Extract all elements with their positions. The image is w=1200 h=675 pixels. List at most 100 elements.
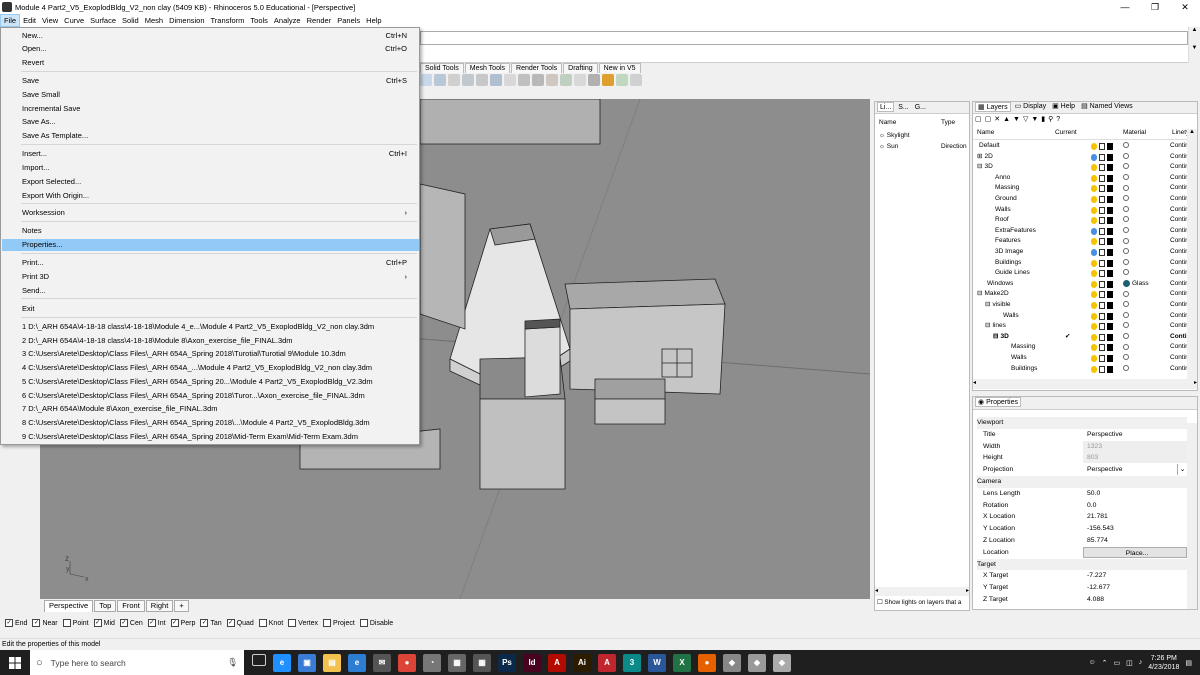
menu-dimension[interactable]: Dimension (166, 14, 207, 27)
material-icon[interactable] (518, 74, 530, 86)
analysis-icon[interactable] (602, 74, 614, 86)
recent-file-8[interactable]: 8 C:\Users\Arete\Desktop\Class Files\_AR… (2, 417, 419, 429)
recent-file-6[interactable]: 6 C:\Users\Arete\Desktop\Class Files\_AR… (2, 390, 419, 402)
osnap-project[interactable]: Project (323, 619, 355, 627)
expand-icon[interactable]: ⊟ (993, 333, 998, 340)
layer-controls[interactable] (1091, 270, 1121, 278)
osnap-cen[interactable]: ✓ Cen (119, 619, 143, 627)
layer-controls[interactable] (1091, 217, 1121, 225)
menu-surface[interactable]: Surface (87, 14, 119, 27)
layer-material[interactable] (1123, 226, 1129, 237)
light-row-skylight[interactable]: ☼ Skylight (879, 132, 910, 139)
layer-material[interactable] (1123, 300, 1129, 311)
layer-material[interactable] (1123, 215, 1129, 226)
menu-mesh[interactable]: Mesh (142, 14, 166, 27)
line-icon[interactable] (588, 74, 600, 86)
menu-exit[interactable]: Exit (2, 303, 419, 315)
layer-material[interactable] (1123, 194, 1129, 205)
property-value[interactable]: Perspective (1083, 429, 1187, 440)
layer-row[interactable]: Anno Contin (973, 173, 1189, 184)
layer-controls[interactable] (1091, 355, 1121, 362)
layer-controls[interactable] (1091, 344, 1121, 352)
osnap-disable[interactable]: Disable (359, 619, 393, 627)
dimension-icon[interactable] (532, 74, 544, 86)
recent-file-3[interactable]: 3 C:\Users\Arete\Desktop\Class Files\_AR… (2, 348, 419, 360)
menu-revert[interactable]: Revert (2, 57, 419, 69)
layer-controls[interactable] (1091, 196, 1121, 203)
layer-material[interactable] (1123, 321, 1129, 332)
layer-row[interactable]: Massing Contin (973, 183, 1189, 194)
menu-new[interactable]: New... Ctrl+N (2, 30, 419, 42)
layer-material[interactable] (1123, 353, 1129, 364)
store-icon[interactable]: ▣ (298, 653, 316, 672)
calendar-icon[interactable]: ▦ (448, 653, 466, 672)
layer-row[interactable]: Walls Contin (973, 311, 1189, 322)
menu-open[interactable]: Open... Ctrl+O (2, 43, 419, 55)
expand-icon[interactable]: ⊟ (977, 290, 982, 297)
viewport-tab-front[interactable]: Front (117, 600, 145, 612)
expand-icon[interactable]: ⊟ (985, 301, 990, 308)
menu-export-with-origin[interactable]: Export With Origin... (2, 190, 419, 202)
osnap-near[interactable]: ✓ Near (32, 619, 58, 627)
recent-file-2[interactable]: 2 D:\_ARH 654A\4-18-18 class\4-18-18\Mod… (2, 335, 419, 347)
layer-controls[interactable] (1091, 153, 1121, 161)
close-icon[interactable]: ✕ (1170, 0, 1200, 14)
properties-v-scrollbar[interactable] (1187, 423, 1197, 609)
layer-material[interactable] (1123, 247, 1129, 258)
menu-analyze[interactable]: Analyze (271, 14, 304, 27)
menu-properties[interactable]: Properties... (2, 239, 419, 251)
property-value[interactable]: Place... (1083, 546, 1187, 558)
minimize-icon[interactable]: — (1110, 0, 1140, 14)
layer-controls[interactable] (1091, 206, 1121, 214)
osnap-int[interactable]: ✓ Int (147, 619, 166, 627)
layer-row[interactable]: Ground Contin (973, 194, 1189, 205)
property-value[interactable]: -7.227 (1083, 570, 1187, 581)
layer-row[interactable]: Buildings Contin (973, 364, 1189, 375)
start-button[interactable] (0, 650, 30, 675)
menu-incremental-save[interactable]: Incremental Save (2, 103, 419, 115)
layer-material[interactable] (1123, 364, 1129, 375)
menu-worksession[interactable]: Worksession › (2, 207, 419, 219)
osnap-vertex[interactable]: Vertex (288, 619, 318, 627)
volume-icon[interactable]: ♪ (1139, 659, 1143, 666)
word-icon[interactable]: W (648, 653, 666, 672)
property-value[interactable]: Perspective ⌄ (1083, 464, 1187, 476)
property-value[interactable]: -12.677 (1083, 582, 1187, 593)
curvature-icon[interactable] (630, 74, 642, 86)
tab-lights[interactable]: Li... (877, 102, 895, 112)
layer-row[interactable]: Walls Contin (973, 353, 1189, 364)
calculator-icon[interactable]: ▦ (473, 653, 491, 672)
layer-material[interactable] (1123, 311, 1129, 322)
layer-row[interactable]: ⊟ Make2D Contin (973, 289, 1189, 300)
osnap-tan[interactable]: ✓ Tan (200, 619, 222, 627)
layer-row[interactable]: Default Contin (973, 141, 1189, 152)
recent-file-9[interactable]: 9 C:\Users\Arete\Desktop\Class Files\_AR… (2, 431, 419, 443)
text-icon[interactable] (546, 74, 558, 86)
viewport-tab-right[interactable]: Right (145, 600, 174, 612)
osnap-mid[interactable]: ✓ Mid (93, 619, 115, 627)
rhino3-icon[interactable]: ◆ (773, 653, 791, 672)
tab-display[interactable]: ▭ Display (1013, 102, 1049, 112)
command-input[interactable] (420, 31, 1188, 45)
render-icon[interactable] (504, 74, 516, 86)
menu-send[interactable]: Send... (2, 285, 419, 297)
layer-controls[interactable] (1091, 365, 1121, 373)
layer-controls[interactable] (1091, 174, 1121, 182)
layer-row[interactable]: Windows Glass Contin (973, 279, 1189, 290)
menu-save[interactable]: Save Ctrl+S (2, 75, 419, 87)
file-explorer-icon[interactable]: ▤ (323, 653, 341, 672)
viewport-tab-perspective[interactable]: Perspective (44, 600, 94, 612)
indesign-icon[interactable]: Id (523, 653, 541, 672)
menu-tools[interactable]: Tools (247, 14, 271, 27)
tray-chevron-icon[interactable]: ⌃ (1102, 659, 1108, 667)
layer-controls[interactable] (1091, 249, 1121, 256)
command-scrollbar[interactable]: ▲ ▼ (1188, 27, 1200, 63)
recent-file-7[interactable]: 7 D:\_ARH 654A\Module 8\Axon_exercise_fi… (2, 403, 419, 415)
layer-controls[interactable] (1091, 280, 1121, 288)
menu-render[interactable]: Render (304, 14, 335, 27)
menu-solid[interactable]: Solid (119, 14, 142, 27)
layer-row[interactable]: ⊟ 3D Contin (973, 162, 1189, 173)
recent-file-4[interactable]: 4 C:\Users\Arete\Desktop\Class Files\_AR… (2, 362, 419, 374)
excel-icon[interactable]: X (673, 653, 691, 672)
layers-h-scrollbar[interactable]: ◂ ▸ (973, 379, 1197, 389)
